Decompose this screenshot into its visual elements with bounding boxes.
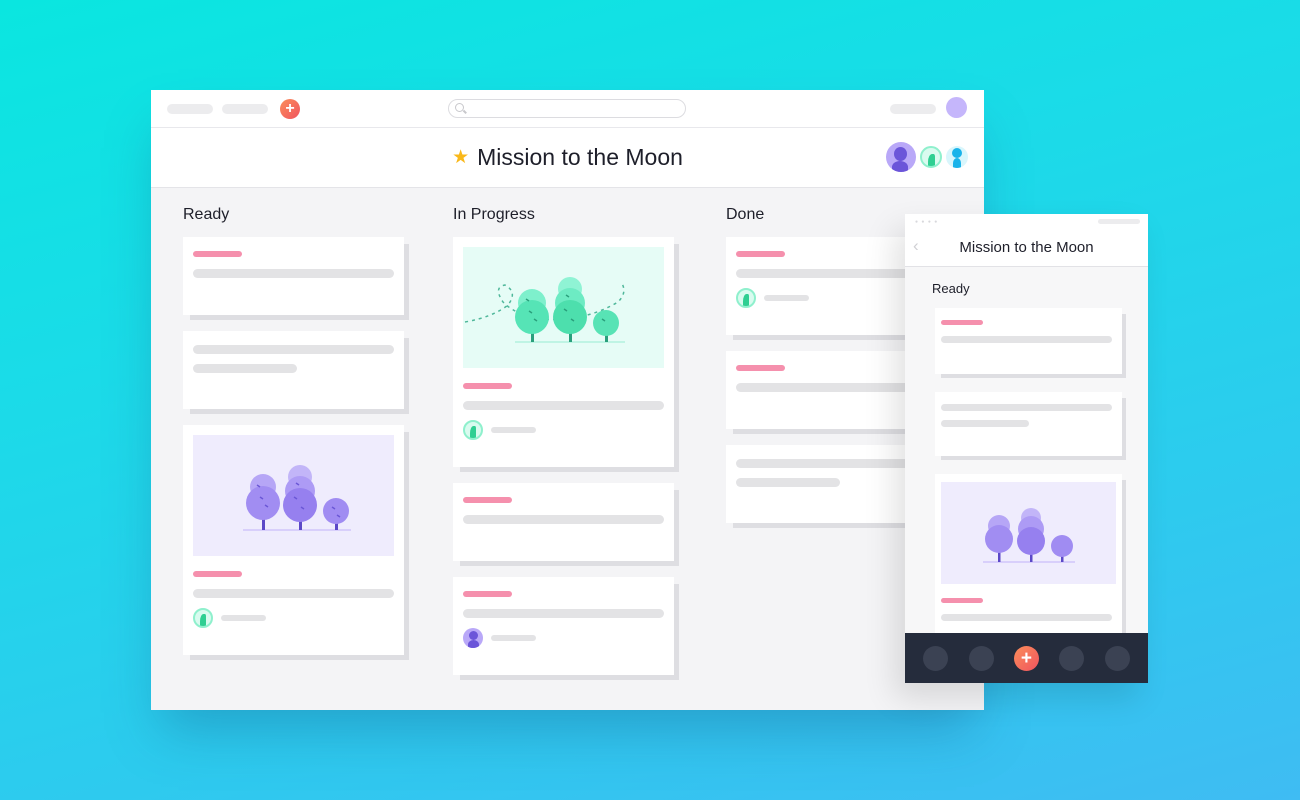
- mobile-add-button[interactable]: +: [1013, 645, 1039, 671]
- task-title-placeholder: [941, 404, 1112, 411]
- add-button[interactable]: +: [280, 99, 300, 119]
- task-title-placeholder: [941, 336, 1112, 343]
- project-title: Mission to the Moon: [477, 144, 683, 170]
- mobile-status-bar: ● ● ● ●: [905, 214, 1148, 228]
- search-input[interactable]: [448, 99, 686, 118]
- tab-item[interactable]: [1059, 645, 1085, 671]
- task-title-placeholder: [193, 589, 394, 598]
- star-icon[interactable]: ★: [452, 147, 469, 168]
- assignee-name-placeholder: [491, 635, 536, 641]
- tab-item[interactable]: [923, 645, 949, 671]
- task-title-placeholder: [193, 345, 394, 354]
- assignee-avatar-green[interactable]: [463, 420, 483, 440]
- task-card[interactable]: [453, 577, 674, 675]
- task-card[interactable]: [183, 331, 404, 409]
- user-avatar[interactable]: [946, 97, 967, 118]
- tag-label: [463, 591, 512, 597]
- kanban-board: Ready In Progress Done: [151, 189, 984, 710]
- task-title-placeholder: [941, 420, 1029, 427]
- top-bar: +: [151, 90, 984, 128]
- mobile-tab-bar: +: [905, 633, 1148, 683]
- tag-label: [193, 251, 242, 257]
- search-icon: [455, 103, 464, 112]
- card-cover-image: [463, 247, 664, 368]
- task-assignee: [193, 608, 394, 628]
- tag-label: [736, 365, 785, 371]
- task-assignee: [463, 628, 664, 648]
- member-avatar-blue[interactable]: [946, 146, 968, 168]
- trees-illustration: [243, 465, 351, 531]
- task-card[interactable]: [935, 474, 1122, 644]
- card-cover-image: [193, 435, 394, 556]
- project-header: ★ Mission to the Moon: [151, 128, 984, 188]
- tab-item[interactable]: [1104, 645, 1130, 671]
- task-title-placeholder: [736, 478, 840, 487]
- signal-icon: ● ● ● ●: [915, 219, 939, 225]
- battery-placeholder: [1098, 219, 1140, 224]
- tag-label: [463, 497, 512, 503]
- assignee-name-placeholder: [491, 427, 536, 433]
- column-in-progress: In Progress: [453, 189, 683, 691]
- column-title: Ready: [183, 206, 230, 223]
- mobile-app-screen: ● ● ● ● ‹ Mission to the Moon Ready +: [905, 214, 1148, 683]
- project-members: [886, 142, 968, 172]
- task-card[interactable]: [935, 392, 1122, 456]
- mobile-project-title: Mission to the Moon: [959, 239, 1094, 256]
- task-title-placeholder: [463, 515, 664, 524]
- member-avatar-green[interactable]: [920, 146, 942, 168]
- nav-item-placeholder[interactable]: [167, 104, 213, 114]
- task-assignee: [463, 420, 664, 440]
- tag-label: [193, 571, 242, 577]
- mobile-column-title: Ready: [932, 281, 970, 296]
- tab-item[interactable]: [968, 645, 994, 671]
- task-card[interactable]: [183, 425, 404, 655]
- mobile-header: ‹ Mission to the Moon: [905, 228, 1148, 267]
- tag-label: [941, 320, 983, 325]
- task-title-placeholder: [941, 614, 1112, 621]
- column-ready: Ready: [183, 189, 413, 671]
- assignee-avatar-purple[interactable]: [463, 628, 483, 648]
- task-title-placeholder: [193, 364, 297, 373]
- trees-illustration: [983, 508, 1075, 563]
- assignee-name-placeholder: [221, 615, 266, 621]
- plus-icon: +: [285, 100, 295, 117]
- task-card[interactable]: [935, 308, 1122, 374]
- tag-label: [941, 598, 983, 603]
- tag-label: [736, 251, 785, 257]
- nav-item-placeholder[interactable]: [222, 104, 268, 114]
- task-title-placeholder: [463, 609, 664, 618]
- plus-icon: +: [1020, 647, 1033, 669]
- nav-item-placeholder[interactable]: [890, 104, 936, 114]
- assignee-avatar-green[interactable]: [193, 608, 213, 628]
- task-title-placeholder: [193, 269, 394, 278]
- column-title: In Progress: [453, 206, 535, 223]
- desktop-app-window: + ★ Mission to the Moon Ready In Progres…: [151, 90, 984, 710]
- tag-label: [463, 383, 512, 389]
- task-card[interactable]: [453, 237, 674, 467]
- assignee-avatar-green[interactable]: [736, 288, 756, 308]
- member-avatar-purple[interactable]: [886, 142, 916, 172]
- task-card[interactable]: [183, 237, 404, 315]
- task-title-placeholder: [463, 401, 664, 410]
- trees-rocket-illustration: [464, 277, 625, 343]
- assignee-name-placeholder: [764, 295, 809, 301]
- task-card[interactable]: [453, 483, 674, 561]
- card-cover-image: [941, 482, 1116, 584]
